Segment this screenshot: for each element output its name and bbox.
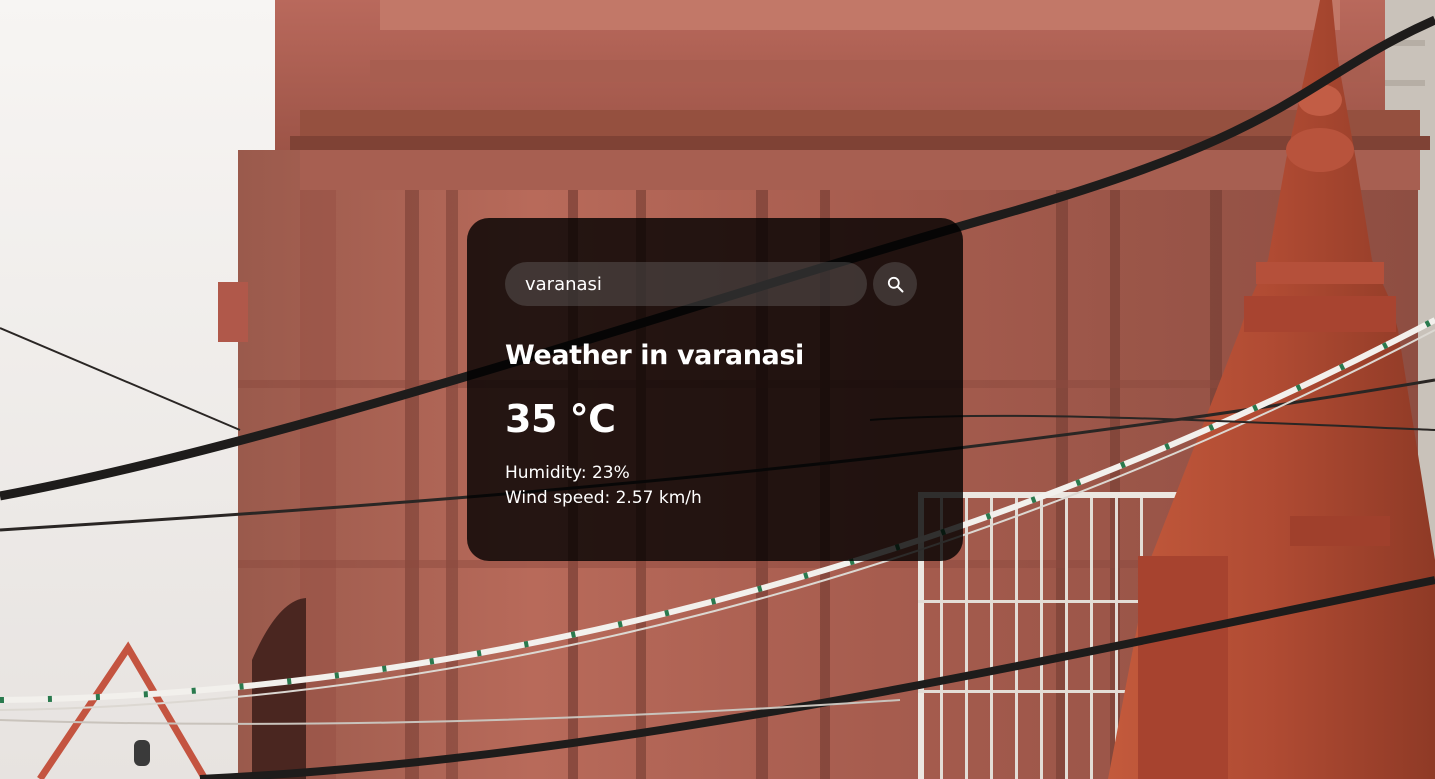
search-input[interactable] [505, 262, 867, 306]
temperature: 35 °C [505, 397, 616, 441]
humidity: Humidity: 23% [505, 463, 630, 483]
search-bar [505, 262, 925, 306]
wind-speed: Wind speed: 2.57 km/h [505, 488, 702, 508]
weather-details: Humidity: 23% Wind speed: 2.57 km/h [505, 461, 925, 511]
weather-card: Weather in varanasi 35 °C Humidity: 23% … [467, 218, 963, 561]
search-icon [887, 276, 903, 292]
weather-app: Weather in varanasi 35 °C Humidity: 23% … [0, 0, 1435, 779]
search-button[interactable] [873, 262, 917, 306]
city-title: Weather in varanasi [505, 340, 804, 371]
